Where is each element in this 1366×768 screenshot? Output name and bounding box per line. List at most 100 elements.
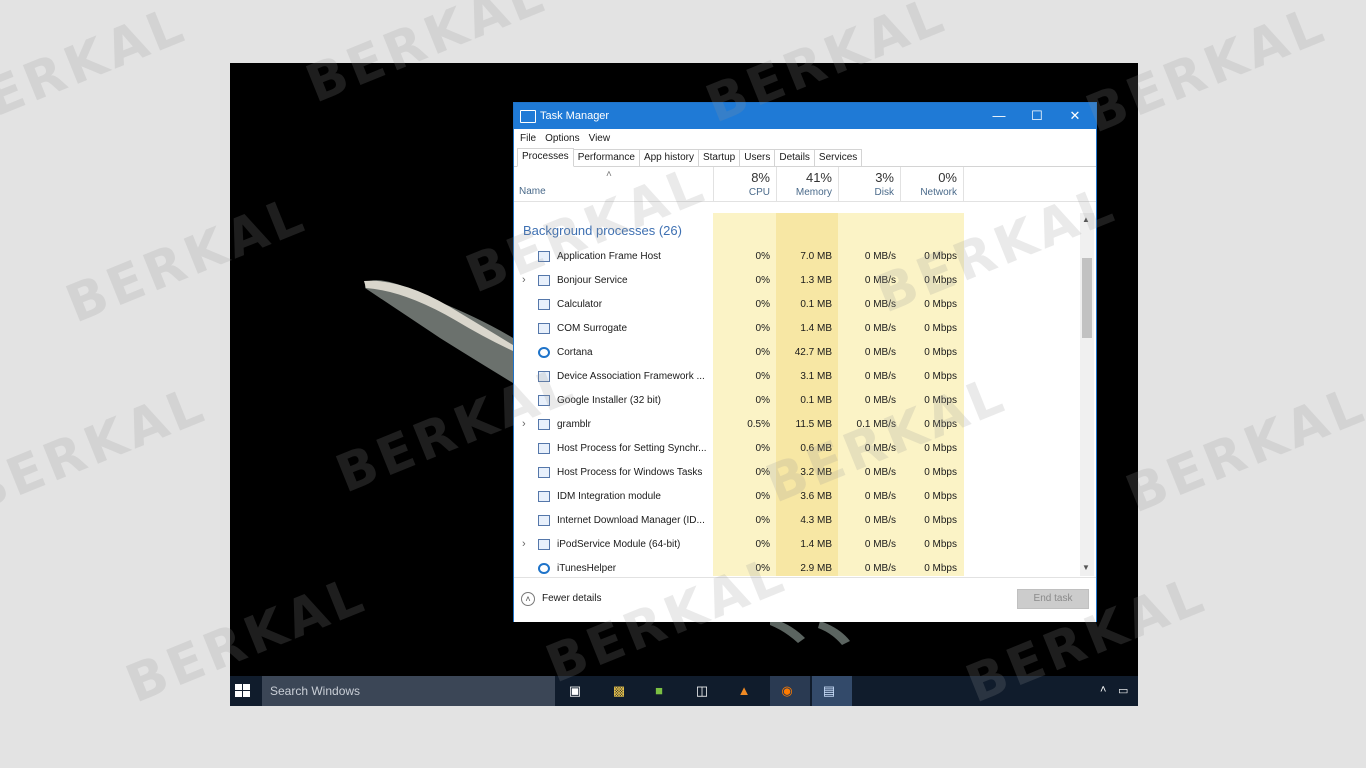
task-view-icon[interactable]: ▣ (566, 682, 584, 700)
process-icon (538, 443, 550, 454)
column-name[interactable]: Name (519, 186, 546, 197)
chevron-right-icon[interactable]: › (522, 274, 526, 286)
column-network[interactable]: 0% Network (900, 167, 964, 201)
process-memory: 3.2 MB (800, 467, 832, 478)
process-disk: 0 MB/s (864, 491, 896, 502)
fewer-details-link[interactable]: Fewer details (542, 593, 601, 604)
desktop-screenshot: Task Manager — ☐ ✕ File Options View Pro… (230, 63, 1138, 706)
process-cpu: 0% (755, 539, 770, 550)
file-explorer-icon[interactable]: ▩ (610, 682, 628, 700)
tab-details[interactable]: Details (774, 149, 815, 166)
process-name: Host Process for Setting Synchr... (557, 443, 707, 454)
process-cpu: 0.5% (747, 419, 770, 430)
process-row[interactable]: IDM Integration module 0% 3.6 MB 0 MB/s 0 Mb… (514, 485, 1080, 509)
scroll-thumb[interactable] (1082, 258, 1092, 338)
process-name: IDM Integration module (557, 491, 661, 502)
chevron-right-icon[interactable]: › (522, 538, 526, 550)
process-network: 0 Mbps (924, 515, 957, 526)
process-icon (538, 539, 550, 550)
process-row[interactable]: Host Process for Setting Synchr... 0% 0.6 … (514, 437, 1080, 461)
chevron-up-circle-icon[interactable]: ˄ (521, 592, 535, 606)
battery-icon[interactable]: ▭ (1118, 684, 1128, 697)
process-icon (538, 299, 550, 310)
process-row[interactable]: COM Surrogate 0% 1.4 MB 0 MB/s 0 Mbps (514, 317, 1080, 341)
window-title: Task Manager (540, 110, 610, 122)
process-memory: 1.4 MB (800, 323, 832, 334)
group-background-processes: Background processes (26) (523, 223, 682, 238)
maximize-button[interactable]: ☐ (1018, 103, 1056, 129)
process-cpu: 0% (755, 371, 770, 382)
process-row[interactable]: Host Process for Windows Tasks 0% 3.2 MB 0 … (514, 461, 1080, 485)
process-disk: 0 MB/s (864, 251, 896, 262)
tab-startup[interactable]: Startup (697, 149, 741, 166)
column-memory[interactable]: 41% Memory (776, 167, 838, 201)
process-row[interactable]: Internet Download Manager (ID... 0% 4.3 MB… (514, 509, 1080, 533)
process-row[interactable]: Application Frame Host 0% 7.0 MB 0 MB/s 0 Mb… (514, 245, 1080, 269)
app-icon[interactable]: ■ (650, 682, 668, 700)
footer-bar: ˄ Fewer details End task (514, 577, 1096, 622)
process-name: Device Association Framework ... (557, 371, 705, 382)
process-disk: 0.1 MB/s (856, 419, 896, 430)
watermark-text: BERKAL (1117, 374, 1366, 526)
process-row[interactable]: iTunesHelper 0% 2.9 MB 0 MB/s 0 Mbps (514, 557, 1080, 576)
process-network: 0 Mbps (924, 395, 957, 406)
menu-options[interactable]: Options (545, 133, 579, 144)
process-row[interactable]: › iPodService Module (64-bit) 0% 1.4 MB 0 MB… (514, 533, 1080, 557)
process-icon (538, 395, 550, 406)
process-icon (538, 563, 550, 574)
process-memory: 0.1 MB (800, 395, 832, 406)
process-cpu: 0% (755, 443, 770, 454)
end-task-button[interactable]: End task (1017, 589, 1089, 609)
menu-file[interactable]: File (520, 133, 536, 144)
task-manager-taskbar-icon[interactable]: ▤ (820, 682, 838, 700)
process-icon (538, 251, 550, 262)
column-header-row: ˄ Name 8% CPU 41% Memory 3% Disk 0% Netw… (514, 167, 1096, 202)
process-network: 0 Mbps (924, 467, 957, 478)
close-button[interactable]: ✕ (1056, 103, 1094, 129)
vertical-scrollbar[interactable]: ▲ ▼ (1080, 213, 1094, 576)
process-network: 0 Mbps (924, 347, 957, 358)
chevron-right-icon[interactable]: › (522, 418, 526, 430)
tab-processes[interactable]: Processes (517, 148, 574, 167)
scroll-down-icon[interactable]: ▼ (1082, 563, 1090, 572)
process-name: iPodService Module (64-bit) (557, 539, 681, 550)
tab-users[interactable]: Users (739, 149, 776, 166)
process-row[interactable]: › Bonjour Service 0% 1.3 MB 0 MB/s 0 Mbps (514, 269, 1080, 293)
process-network: 0 Mbps (924, 371, 957, 382)
process-name: Bonjour Service (557, 275, 628, 286)
process-row[interactable]: Google Installer (32 bit) 0% 0.1 MB 0 MB/s 0… (514, 389, 1080, 413)
process-network: 0 Mbps (924, 323, 957, 334)
tab-app-history[interactable]: App history (638, 149, 699, 166)
process-row[interactable]: › gramblr 0.5% 11.5 MB 0.1 MB/s 0 Mbps (514, 413, 1080, 437)
task-manager-icon (520, 110, 536, 123)
process-cpu: 0% (755, 299, 770, 310)
network-total: 0% (938, 170, 957, 185)
tab-strip: Processes Performance App history Startu… (514, 147, 1096, 167)
firefox-icon[interactable]: ◉ (778, 682, 796, 700)
search-box[interactable]: Search Windows (262, 676, 555, 706)
process-network: 0 Mbps (924, 539, 957, 550)
process-row[interactable]: Device Association Framework ... 0% 3.1 MB… (514, 365, 1080, 389)
menu-view[interactable]: View (589, 133, 611, 144)
sort-chevron-up-icon: ˄ (606, 169, 612, 180)
process-name: Google Installer (32 bit) (557, 395, 661, 406)
store-icon[interactable]: ◫ (693, 682, 711, 700)
process-row[interactable]: Calculator 0% 0.1 MB 0 MB/s 0 Mbps (514, 293, 1080, 317)
column-cpu[interactable]: 8% CPU (713, 167, 776, 201)
scroll-up-icon[interactable]: ▲ (1082, 215, 1090, 224)
chevron-up-icon[interactable]: ˄ (1100, 684, 1106, 696)
process-network: 0 Mbps (924, 299, 957, 310)
process-cpu: 0% (755, 395, 770, 406)
windows-start-icon[interactable] (235, 684, 251, 698)
minimize-button[interactable]: — (980, 103, 1018, 129)
process-icon (538, 467, 550, 478)
column-disk[interactable]: 3% Disk (838, 167, 900, 201)
tab-performance[interactable]: Performance (572, 149, 640, 166)
tab-services[interactable]: Services (813, 149, 863, 166)
vlc-icon[interactable]: ▲ (735, 682, 753, 700)
process-network: 0 Mbps (924, 443, 957, 454)
process-memory: 4.3 MB (800, 515, 832, 526)
process-cpu: 0% (755, 563, 770, 574)
process-icon (538, 371, 550, 382)
process-row[interactable]: Cortana 0% 42.7 MB 0 MB/s 0 Mbps (514, 341, 1080, 365)
